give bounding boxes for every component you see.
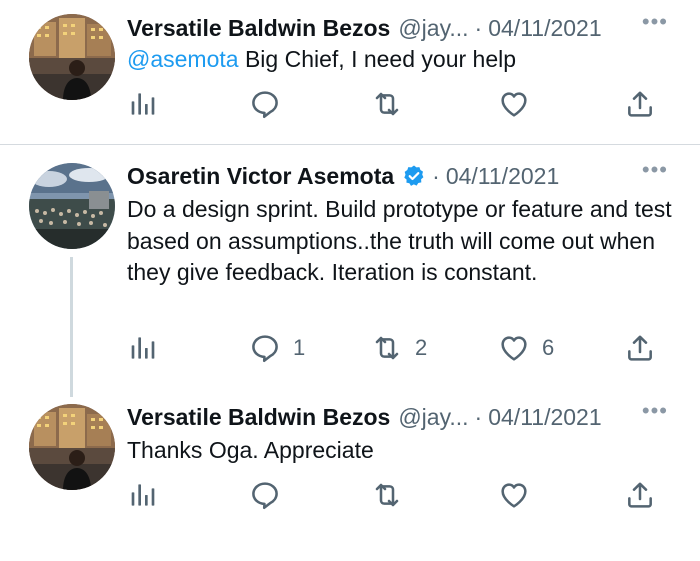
tweet-date[interactable]: 04/11/2021 bbox=[488, 15, 601, 42]
like-icon bbox=[498, 479, 530, 511]
reply-button[interactable] bbox=[249, 87, 281, 121]
tweet-header: Versatile Baldwin Bezos @jay... · 04/11/… bbox=[127, 398, 700, 432]
avatar[interactable] bbox=[29, 14, 115, 100]
separator-dot: · bbox=[474, 403, 483, 430]
tweet-text: Do a design sprint. Build prototype or f… bbox=[127, 196, 672, 285]
share-button[interactable] bbox=[624, 331, 656, 365]
like-icon bbox=[498, 332, 530, 364]
reply-icon bbox=[249, 332, 281, 364]
tweet-date[interactable]: 04/11/2021 bbox=[488, 404, 601, 431]
reply-icon bbox=[249, 88, 281, 120]
retweet-button[interactable]: 2 bbox=[371, 331, 427, 365]
like-button[interactable] bbox=[498, 478, 530, 512]
like-icon bbox=[498, 88, 530, 120]
tweet-date[interactable]: 04/11/2021 bbox=[446, 163, 559, 190]
like-count: 6 bbox=[542, 335, 555, 360]
retweet-icon bbox=[371, 88, 403, 120]
author-name[interactable]: Versatile Baldwin Bezos bbox=[127, 15, 390, 42]
share-button[interactable] bbox=[624, 478, 656, 512]
reply-count: 1 bbox=[293, 335, 306, 360]
mention-link[interactable]: @asemota bbox=[127, 46, 239, 72]
avatar[interactable] bbox=[29, 404, 115, 490]
analytics-button[interactable] bbox=[127, 478, 159, 512]
tweet-header: Osaretin Victor Asemota · 04/11/2021 ••• bbox=[127, 157, 700, 191]
analytics-icon bbox=[127, 332, 159, 364]
share-button[interactable] bbox=[624, 87, 656, 121]
like-button[interactable]: 6 bbox=[498, 331, 554, 365]
like-button[interactable] bbox=[498, 87, 530, 121]
tweet-body: Big Chief, I need your help bbox=[238, 46, 517, 72]
retweet-button[interactable] bbox=[371, 478, 403, 512]
author-name[interactable]: Versatile Baldwin Bezos bbox=[127, 404, 390, 431]
tweet-text: Thanks Oga. Appreciate bbox=[127, 437, 374, 463]
tweet-3[interactable]: Versatile Baldwin Bezos @jay... · 04/11/… bbox=[0, 398, 700, 561]
tweet-2[interactable]: Osaretin Victor Asemota · 04/11/2021 •••… bbox=[0, 145, 700, 390]
analytics-icon bbox=[127, 88, 159, 120]
tweet-1[interactable]: Versatile Baldwin Bezos @jay... · 04/11/… bbox=[0, 0, 700, 144]
more-options-icon[interactable]: ••• bbox=[642, 9, 668, 35]
retweet-count: 2 bbox=[415, 335, 428, 360]
reply-button[interactable] bbox=[249, 478, 281, 512]
analytics-button[interactable] bbox=[127, 331, 159, 365]
more-options-icon[interactable]: ••• bbox=[642, 398, 668, 424]
author-name[interactable]: Osaretin Victor Asemota bbox=[127, 163, 394, 190]
retweet-button[interactable] bbox=[371, 87, 403, 121]
tweet-header: Versatile Baldwin Bezos @jay... · 04/11/… bbox=[127, 9, 700, 43]
share-icon bbox=[624, 332, 656, 364]
reply-button[interactable]: 1 bbox=[249, 331, 305, 365]
more-options-icon[interactable]: ••• bbox=[642, 157, 668, 183]
separator-dot: · bbox=[474, 14, 483, 41]
retweet-icon bbox=[371, 332, 403, 364]
separator-dot: · bbox=[432, 162, 440, 189]
action-bar bbox=[127, 87, 667, 121]
thread-connector-line bbox=[70, 257, 73, 397]
share-icon bbox=[624, 479, 656, 511]
analytics-button[interactable] bbox=[127, 87, 159, 121]
verified-badge-icon bbox=[402, 164, 426, 188]
action-bar: 1 2 6 bbox=[127, 331, 667, 365]
reply-icon bbox=[249, 479, 281, 511]
author-handle[interactable]: @jay... bbox=[398, 404, 468, 431]
action-bar bbox=[127, 478, 667, 512]
author-handle[interactable]: @jay... bbox=[398, 15, 468, 42]
analytics-icon bbox=[127, 479, 159, 511]
avatar[interactable] bbox=[29, 163, 115, 249]
tweet-text: @asemota Big Chief, I need your help bbox=[127, 44, 672, 76]
retweet-icon bbox=[371, 479, 403, 511]
share-icon bbox=[624, 88, 656, 120]
